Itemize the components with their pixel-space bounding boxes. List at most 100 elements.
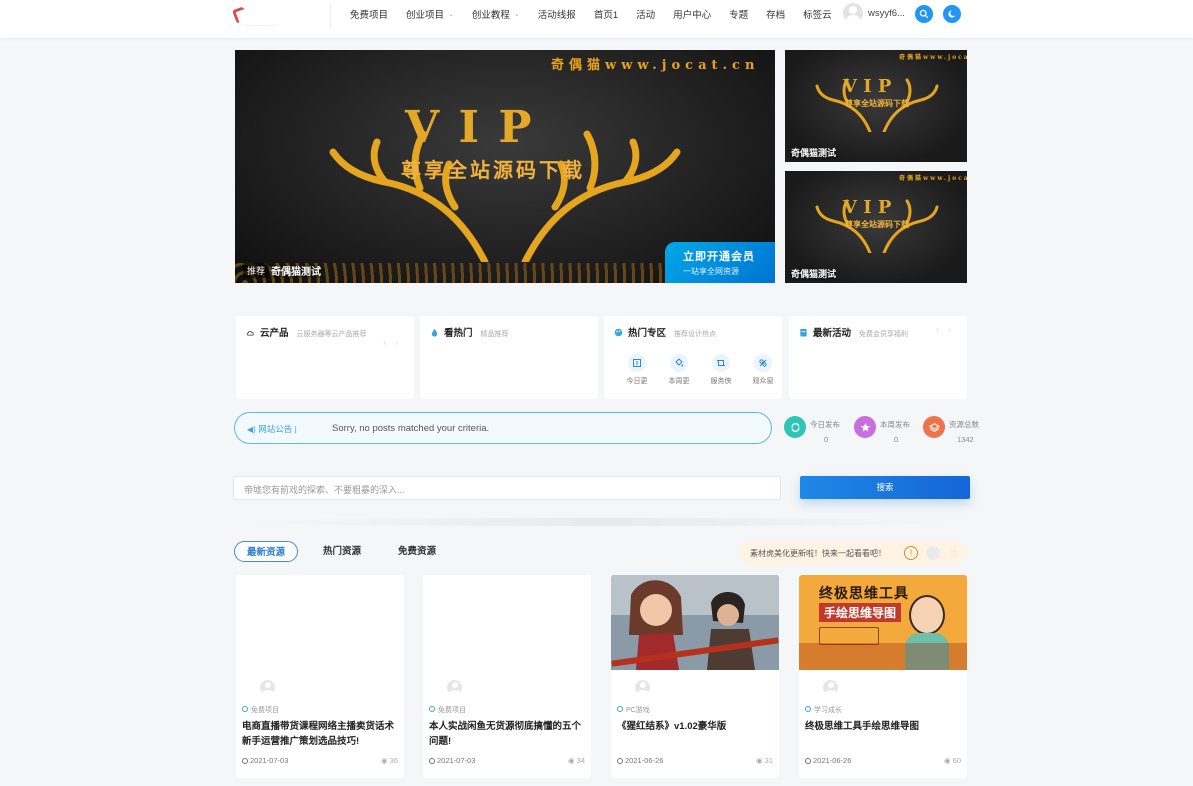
hot-zone-item[interactable]: 观众窗	[742, 354, 784, 386]
calendar-icon	[800, 328, 807, 337]
join-vip-button[interactable]: 立即开通会员 一站享全网资源	[665, 242, 775, 283]
post-views: 31	[764, 756, 773, 765]
nav-item-startup-projects[interactable]: 创业项目 ⌄	[406, 7, 454, 21]
header-divider	[330, 4, 331, 28]
tab-free[interactable]: 免费资源	[398, 541, 436, 562]
post-views: 34	[576, 756, 585, 765]
search-button[interactable]	[915, 5, 933, 23]
carousel-pager[interactable]: ‹ ›	[936, 327, 955, 334]
post-date: 2021-06-26	[625, 756, 664, 765]
eye-icon: ◉	[944, 756, 953, 765]
palette-icon	[614, 328, 623, 337]
flame-icon	[431, 328, 438, 337]
search-input[interactable]: 帝墟您有前戏的探索、不要粗暴的深入...	[233, 476, 781, 500]
site-logo[interactable]	[231, 4, 324, 30]
card-cloud-products[interactable]: 云产品 云服务器等云产品推荐 ‹ ›	[236, 316, 414, 399]
moon-icon	[948, 10, 957, 18]
banner-caption: 奇偶猫测试	[791, 269, 837, 279]
post-date: 2021-06-26	[813, 756, 852, 765]
section-divider	[240, 518, 965, 526]
post-card[interactable]: 免费项目 本人实战闲鱼无货源彻底搞懂的五个问题! 2021-07-03 ◉ 34	[423, 575, 591, 778]
user-menu[interactable]: wsyyf6...	[843, 3, 905, 23]
eye-icon: ◉	[381, 756, 390, 765]
crop-icon	[717, 360, 725, 366]
hot-zone-item[interactable]: 服务侠	[700, 354, 742, 386]
announcement-text: Sorry, no posts matched your criteria.	[332, 423, 490, 434]
side-banner-1[interactable]: 奇偶猫www.jocat V I P 尊享全站源码下载 奇偶猫测试	[785, 50, 967, 162]
side-banner-2[interactable]: 奇偶猫www.jocat V I P 尊享全站源码下载 奇偶猫测试	[785, 171, 967, 283]
post-card[interactable]: 免费项目 电商直播带货课程网络主播卖货话术新手运营推广策划选品技巧! 2021-…	[236, 575, 404, 778]
eye-icon: ◉	[568, 756, 577, 765]
post-category[interactable]: 学习成长	[805, 705, 842, 715]
post-category[interactable]: 免费项目	[429, 705, 466, 715]
card-hot[interactable]: 看热门 精品推荐	[420, 316, 598, 399]
avatar	[258, 678, 277, 697]
nav-item-activity[interactable]: 活动	[636, 7, 655, 21]
chevron-down-icon: ⌄	[513, 11, 520, 18]
hot-zone-item[interactable]: 今日更	[616, 354, 658, 386]
post-thumbnail[interactable]: 终极思维工具 手绘思维导图	[799, 575, 967, 670]
chevron-down-icon: ⌄	[448, 11, 454, 18]
carousel-pager[interactable]: ‹ ›	[383, 340, 402, 347]
nav-item-activity-tips[interactable]: 活动线报	[538, 7, 576, 21]
today-icon	[633, 359, 641, 367]
star-icon[interactable]: ☆	[947, 546, 961, 560]
tab-hot[interactable]: 热门资源	[323, 541, 361, 562]
post-date: 2021-07-03	[250, 756, 289, 765]
banner-caption: 奇偶猫测试	[271, 267, 321, 278]
refresh-icon	[790, 422, 800, 432]
clock-icon	[242, 758, 248, 764]
post-title[interactable]: 本人实战闲鱼无货源彻底搞懂的五个问题!	[429, 719, 585, 749]
search-submit-button[interactable]: 搜索	[800, 476, 970, 499]
eye-icon: ◉	[756, 756, 765, 765]
post-title[interactable]: 终极思维工具手绘思维导图	[805, 719, 961, 734]
card-hot-zone: 热门专区 推荐设计热点 今日更 本周更 服务侠 观众窗	[604, 316, 782, 399]
post-card[interactable]: 终极思维工具 手绘思维导图 学习成长 终极思维工具手绘思维导图 2021-06-…	[799, 575, 967, 778]
nav-item-topics[interactable]: 专题	[729, 7, 748, 21]
nav-item-user-center[interactable]: 用户中心	[673, 7, 711, 21]
post-views: 36	[389, 756, 398, 765]
avatar	[445, 678, 464, 697]
nav-item-tag-cloud[interactable]: 标签云	[803, 7, 832, 21]
theme-toggle-button[interactable]	[943, 5, 961, 23]
heart-icon[interactable]	[926, 546, 940, 560]
layers-icon	[928, 422, 940, 432]
speaker-icon: ◀)	[247, 425, 256, 434]
post-title[interactable]: 《猩红结系》v1.02豪华版	[617, 719, 773, 734]
card-latest-activity[interactable]: 最新活动 免费会员享福利 ‹ ›	[789, 316, 967, 399]
post-category[interactable]: 免费项目	[242, 705, 279, 715]
nav-item-archive[interactable]: 存档	[766, 7, 785, 21]
site-announcement: ◀) 网站公告 | Sorry, no posts matched your c…	[234, 412, 772, 444]
star-icon	[860, 422, 870, 432]
info-icon[interactable]: !	[904, 546, 918, 560]
nav-item-home1[interactable]: 首页1	[594, 7, 618, 21]
nav-item-free-projects[interactable]: 免费项目	[350, 7, 388, 21]
post-category[interactable]: PC游戏	[617, 705, 650, 715]
search-icon	[919, 9, 929, 19]
banner-caption: 奇偶猫测试	[791, 148, 837, 158]
avatar	[633, 678, 652, 697]
hot-zone-item[interactable]: 本周更	[658, 354, 700, 386]
post-views: 60	[952, 756, 961, 765]
bucket-icon	[675, 358, 684, 367]
user-name: wsyyf6...	[868, 7, 905, 19]
person-icon	[909, 595, 945, 635]
post-date: 2021-07-03	[437, 756, 476, 765]
cloud-icon	[246, 330, 254, 336]
avatar	[843, 3, 863, 23]
main-banner[interactable]: 奇偶猫www.jocat.cn V I P 尊享全站源码下载 推荐 奇偶猫测试 …	[235, 50, 775, 283]
clock-icon	[617, 758, 623, 764]
top-header: 免费项目 创业项目 ⌄ 创业教程 ⌄ 活动线报 首页1 活动 用户中心 专题 存档 …	[0, 0, 1193, 38]
avatar	[821, 678, 840, 697]
tab-latest[interactable]: 最新资源	[234, 541, 299, 562]
nav-item-startup-tutorials[interactable]: 创业教程 ⌄	[472, 7, 520, 21]
link-icon	[759, 359, 767, 367]
banner-url-text: 奇偶猫www.jocat.cn	[551, 58, 760, 73]
clock-icon	[805, 758, 811, 764]
post-thumbnail[interactable]	[611, 575, 779, 670]
post-title[interactable]: 电商直播带货课程网络主播卖货话术新手运营推广策划选品技巧!	[242, 719, 398, 749]
post-card[interactable]: PC游戏 《猩红结系》v1.02豪华版 2021-06-26 ◉ 31	[611, 575, 779, 778]
recommend-badge: 推荐	[243, 263, 270, 278]
promo-banner[interactable]: 素材虎美化更新啦！快来一起看看吧！ ! ☆	[740, 541, 966, 565]
main-nav: 免费项目 创业项目 ⌄ 创业教程 ⌄ 活动线报 首页1 活动 用户中心 专题 存档 …	[350, 0, 850, 28]
